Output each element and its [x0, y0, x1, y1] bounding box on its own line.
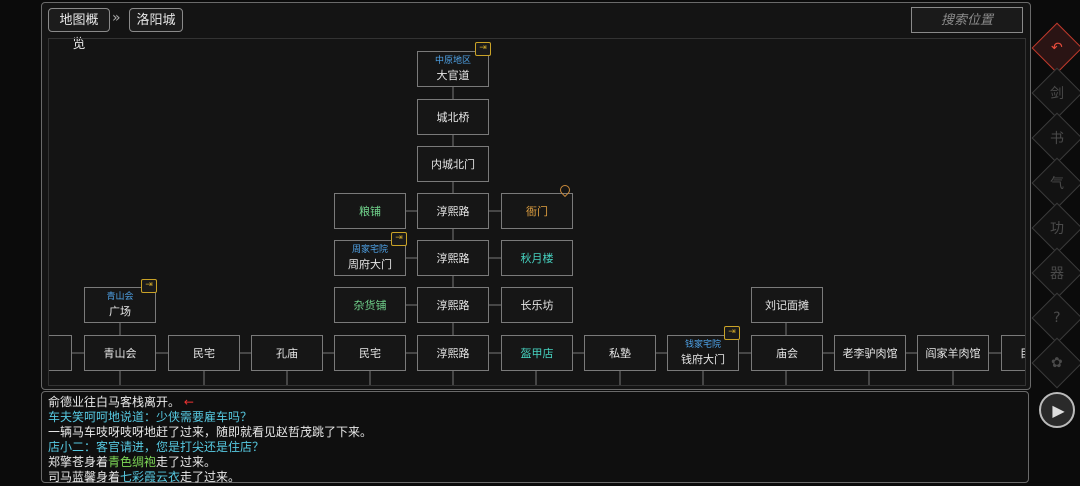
map-overview-button[interactable]: 地图概览 — [48, 8, 110, 52]
skill-icon[interactable]: 功 — [1031, 202, 1080, 254]
play-icon: ▶ — [1052, 400, 1065, 420]
node-label: 钱府大门 — [681, 352, 725, 366]
tool-icon[interactable]: 器 — [1031, 247, 1080, 299]
map-node-min-zhai-1[interactable]: 民宅 — [168, 335, 240, 371]
map-canvas[interactable]: 中原地区 大官道 ⇥ 城北桥 内城北门 淳熙路 粮铺 衙门 周家宅院 周府大门 … — [48, 38, 1026, 386]
log-line: 郑擎苍身着青色绸袍走了过来。 — [48, 455, 217, 469]
map-node-si-shu[interactable]: 私塾 — [584, 335, 656, 371]
settings-icon[interactable]: ✿ — [1031, 337, 1080, 389]
map-node-chang-le-fang[interactable]: 长乐坊 — [501, 287, 573, 323]
wave-icon[interactable]: 气 — [1031, 157, 1080, 209]
exit-icon[interactable]: ⇥ — [724, 326, 740, 340]
map-node-edge[interactable]: 目 — [1001, 335, 1025, 371]
node-label: 周府大门 — [348, 257, 392, 271]
search-input[interactable]: 搜索位置 — [911, 7, 1023, 33]
map-node-kui-jia-dian[interactable]: 盔甲店 — [501, 335, 573, 371]
log-line: 俞德业往白马客栈离开。 ← — [48, 395, 194, 409]
map-node-da-guan-dao[interactable]: 中原地区 大官道 — [417, 51, 489, 87]
region-label: 周家宅院 — [351, 244, 388, 255]
map-node-chun-xi-road-4[interactable]: 淳熙路 — [417, 335, 489, 371]
current-city-button[interactable]: 洛阳城 — [129, 8, 183, 32]
region-label: 中原地区 — [434, 55, 471, 66]
map-node-liang-pu[interactable]: 粮铺 — [334, 193, 406, 229]
map-node-miao-hui[interactable]: 庙会 — [751, 335, 823, 371]
region-label: 钱家宅院 — [684, 339, 721, 350]
return-icon[interactable]: ↶ — [1031, 22, 1080, 74]
map-node-dian[interactable]: 店 — [49, 335, 72, 371]
scroll-icon[interactable]: 书 — [1031, 112, 1080, 164]
play-button[interactable]: ▶ — [1039, 392, 1075, 428]
help-icon[interactable]: ? — [1031, 292, 1080, 344]
map-node-lao-li-lv-rou-guan[interactable]: 老李驴肉馆 — [834, 335, 906, 371]
log-line: 车夫笑呵呵地说道：少侠需要雇车吗？ — [48, 410, 253, 424]
map-node-qing-shan-hui[interactable]: 青山会 — [84, 335, 156, 371]
region-label: 青山会 — [106, 291, 134, 302]
log-line: 一辆马车吱呀吱呀地赶了过来，随即就看见赵哲茂跳了下来。 — [48, 425, 373, 439]
map-node-nei-cheng-bei-men[interactable]: 内城北门 — [417, 146, 489, 182]
sword-icon[interactable]: 剑 — [1031, 67, 1080, 119]
node-label: 广场 — [109, 304, 131, 318]
map-node-chun-xi-road-3[interactable]: 淳熙路 — [417, 287, 489, 323]
item-name: 青色绸袍 — [108, 455, 157, 469]
map-node-yan-jia-yang-rou-guan[interactable]: 阎家羊肉馆 — [917, 335, 989, 371]
map-node-cheng-bei-qiao[interactable]: 城北桥 — [417, 99, 489, 135]
node-label: 大官道 — [436, 68, 470, 82]
exit-icon[interactable]: ⇥ — [141, 279, 157, 293]
map-node-chun-xi-road-1[interactable]: 淳熙路 — [417, 193, 489, 229]
log-line: 店小二：客官请进，您是打尖还是住店？ — [48, 440, 265, 454]
map-node-qiu-yue-lou[interactable]: 秋月楼 — [501, 240, 573, 276]
map-node-liu-ji-mian-tan[interactable]: 刘记面摊 — [751, 287, 823, 323]
map-node-za-huo-pu[interactable]: 杂货铺 — [334, 287, 406, 323]
exit-icon[interactable]: ⇥ — [475, 42, 491, 56]
log-line: 司马蓝馨身着七彩霞云衣走了过来。 — [48, 470, 241, 484]
map-node-ya-men[interactable]: 衙门 — [501, 193, 573, 229]
sidebar: ↶ 剑 书 气 功 器 ? ✿ — [1031, 22, 1080, 390]
arrow-left-icon: ← — [183, 395, 194, 409]
map-node-qian-fu[interactable]: 钱家宅院 钱府大门 — [667, 335, 739, 371]
map-node-kong-miao[interactable]: 孔庙 — [251, 335, 323, 371]
exit-icon[interactable]: ⇥ — [391, 232, 407, 246]
item-name: 七彩霞云衣 — [120, 470, 181, 484]
map-node-chun-xi-road-2[interactable]: 淳熙路 — [417, 240, 489, 276]
breadcrumb-separator: » — [112, 10, 121, 26]
map-node-min-zhai-2[interactable]: 民宅 — [334, 335, 406, 371]
message-log: 俞德业往白马客栈离开。 ← 车夫笑呵呵地说道：少侠需要雇车吗？ 一辆马车吱呀吱呀… — [41, 391, 1029, 484]
